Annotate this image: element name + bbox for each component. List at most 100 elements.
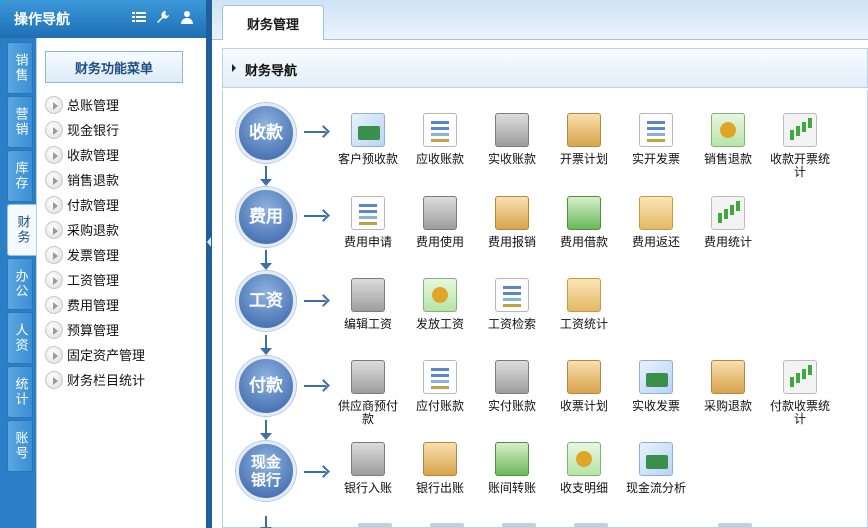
stage-receipts[interactable]: 收款 — [236, 103, 296, 163]
item-receive-invoice-plan[interactable]: 收票计划 — [548, 360, 620, 426]
next-stage-row-partial — [222, 519, 868, 528]
tab-statistics[interactable]: 统计 — [7, 366, 33, 418]
item-label: 应收账款 — [415, 152, 464, 166]
item-salary-stats[interactable]: 工资统计 — [548, 278, 620, 331]
right-arrow-icon — [304, 131, 326, 133]
item-accounts-receivable[interactable]: 应收账款 — [404, 113, 476, 179]
item-supplier-prepayment[interactable]: 供应商预付款 — [332, 360, 404, 426]
item-label: 销售退款 — [703, 152, 752, 166]
tab-finance-management[interactable]: 财务管理 — [222, 5, 324, 40]
tab-marketing[interactable]: 营销 — [7, 96, 33, 148]
item-label: 客户预收款 — [337, 152, 398, 166]
menu-item-label: 总账管理 — [67, 99, 120, 114]
stats-chart-icon — [711, 196, 745, 230]
item-label: 费用返还 — [631, 235, 680, 249]
menu-item-invoices[interactable]: 发票管理 — [45, 242, 145, 267]
item-bank-deposit[interactable]: 银行入账 — [332, 442, 404, 495]
stage-payments[interactable]: 付款 — [236, 356, 296, 416]
tab-sales[interactable]: 销售 — [7, 42, 33, 94]
item-edit-salary[interactable]: 编辑工资 — [332, 278, 404, 331]
item-actual-payments[interactable]: 实付账款 — [476, 360, 548, 426]
item-expense-request[interactable]: 费用申请 — [332, 196, 404, 249]
item-label: 实付账款 — [487, 399, 536, 413]
finance-menu-panel: 财务功能菜单 总账管理 现金银行 收款管理 销售退款 付款管理 采购退款 发票管… — [36, 38, 206, 528]
item-accounts-payable[interactable]: 应付账款 — [404, 360, 476, 426]
list-icon[interactable] — [132, 10, 146, 24]
menu-item-budget[interactable]: 预算管理 — [45, 317, 145, 342]
menu-item-finance-stats[interactable]: 财务栏目统计 — [45, 367, 145, 392]
item-expense-loan[interactable]: 费用借款 — [548, 196, 620, 249]
down-arrow-icon — [260, 166, 272, 186]
tab-finance[interactable]: 财务 — [7, 204, 36, 256]
menu-item-payments[interactable]: 付款管理 — [45, 192, 145, 217]
item-label: 实收发票 — [631, 399, 680, 413]
item-account-transfer[interactable]: 账间转账 — [476, 442, 548, 495]
item-expense-usage[interactable]: 费用使用 — [404, 196, 476, 249]
menu-item-payroll[interactable]: 工资管理 — [45, 267, 145, 292]
credit-card-icon — [351, 113, 385, 147]
menu-item-label: 发票管理 — [67, 249, 120, 264]
item-expense-reimbursement[interactable]: 费用报销 — [476, 196, 548, 249]
item-invoice-plan[interactable]: 开票计划 — [548, 113, 620, 179]
item-receipt-invoice-stats[interactable]: 收款开票统计 — [764, 113, 836, 179]
menu-item-ledger[interactable]: 总账管理 — [45, 92, 145, 117]
stage-expenses[interactable]: 费用 — [236, 187, 296, 247]
item-label: 付款收票统计 — [769, 399, 830, 426]
item-actual-receipts[interactable]: 实收账款 — [476, 113, 548, 179]
item-purchase-refund[interactable]: 采购退款 — [692, 360, 764, 426]
item-label: 费用统计 — [703, 235, 752, 249]
menu-item-label: 收款管理 — [67, 149, 120, 164]
item-income-expense-detail[interactable]: 收支明细 — [548, 442, 620, 495]
banknote-icon — [567, 196, 601, 230]
menu-item-expenses[interactable]: 费用管理 — [45, 292, 145, 317]
item-salary-search[interactable]: 工资检索 — [476, 278, 548, 331]
play-bullet-icon — [45, 145, 63, 164]
item-expense-return[interactable]: 费用返还 — [620, 196, 692, 249]
truck-server-icon — [351, 442, 385, 476]
tab-inventory[interactable]: 库存 — [7, 150, 33, 202]
vertical-tab-strip: 销售 营销 库存 财务 办公 人资 统计 账号 — [0, 38, 36, 528]
menu-item-label: 付款管理 — [67, 199, 120, 214]
nav-header: 操作导航 — [0, 0, 206, 38]
item-customer-prepayment[interactable]: 客户预收款 — [332, 113, 404, 179]
folder-chart-icon — [567, 278, 601, 312]
bank-house-icon — [423, 442, 457, 476]
menu-item-label: 预算管理 — [67, 324, 120, 339]
item-expense-stats[interactable]: 费用统计 — [692, 196, 764, 249]
payments-icon-row: 供应商预付款 应付账款 实付账款 收票计划 实收发票 采购退款 付款收票统计 — [332, 360, 836, 426]
cash-bank-icon-row: 银行入账 银行出账 账间转账 收支明细 现金流分析 — [332, 442, 692, 495]
item-label: 供应商预付款 — [337, 399, 398, 426]
item-label: 发放工资 — [415, 317, 464, 331]
wrench-icon[interactable] — [156, 10, 170, 24]
payable-doc-icon — [423, 360, 457, 394]
tab-office[interactable]: 办公 — [7, 258, 33, 310]
menu-item-receipts[interactable]: 收款管理 — [45, 142, 145, 167]
item-cash-flow-analysis[interactable]: 现金流分析 — [620, 442, 692, 495]
stage-payroll[interactable]: 工资 — [236, 271, 296, 331]
item-bank-withdrawal[interactable]: 银行出账 — [404, 442, 476, 495]
menu-item-cash-bank[interactable]: 现金银行 — [45, 117, 145, 142]
play-bullet-icon — [45, 295, 63, 314]
finance-nav-section-header[interactable]: 财务导航 — [222, 48, 868, 88]
partial-icon — [358, 523, 392, 528]
stage-cash-bank[interactable]: 现金银行 — [236, 441, 296, 501]
tab-bar: 财务管理 — [212, 0, 868, 40]
item-payment-invoice-stats[interactable]: 付款收票统计 — [764, 360, 836, 426]
user-icon[interactable] — [180, 10, 194, 24]
partial-icon — [718, 523, 752, 528]
menu-header-button[interactable]: 财务功能菜单 — [45, 51, 183, 83]
menu-item-purchase-refund[interactable]: 采购退款 — [45, 217, 145, 242]
item-sales-refund[interactable]: 销售退款 — [692, 113, 764, 179]
menu-item-sales-refund[interactable]: 销售退款 — [45, 167, 145, 192]
play-bullet-icon — [45, 95, 63, 114]
menu-item-fixed-assets[interactable]: 固定资产管理 — [45, 342, 145, 367]
item-received-invoices[interactable]: 实收发票 — [620, 360, 692, 426]
tab-account[interactable]: 账号 — [7, 420, 33, 472]
item-pay-salary[interactable]: 发放工资 — [404, 278, 476, 331]
tab-hr[interactable]: 人资 — [7, 312, 33, 364]
item-issued-invoices[interactable]: 实开发票 — [620, 113, 692, 179]
database-check-icon — [351, 360, 385, 394]
menu-item-label: 工资管理 — [67, 274, 120, 289]
calculator-icon — [351, 278, 385, 312]
return-box-icon — [639, 196, 673, 230]
